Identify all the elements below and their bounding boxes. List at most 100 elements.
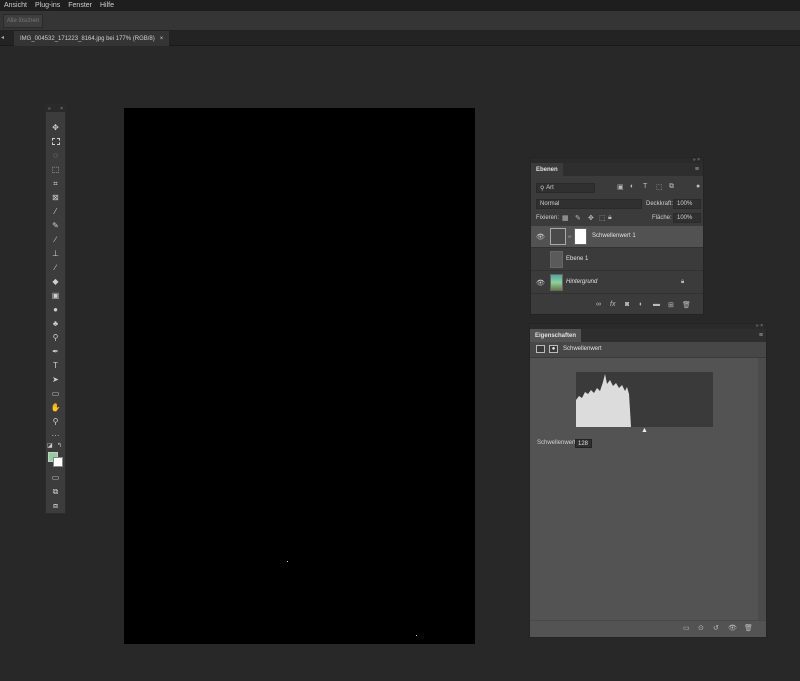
menu-hilfe[interactable]: Hilfe	[96, 2, 118, 9]
opacity-label: Deckkraft:	[646, 201, 674, 207]
lock-icon[interactable]: 🔒︎	[681, 279, 684, 286]
properties-scrollbar[interactable]	[758, 358, 766, 620]
document-tab[interactable]: IMG_004532_171223_8164.jpg bei 177% (RGB…	[14, 31, 170, 46]
tab-overflow-icon[interactable]: ◂	[1, 34, 4, 41]
layer-name: Schwellenwert 1	[592, 233, 636, 239]
group-folder-icon[interactable]: ▬	[653, 301, 660, 308]
tab-ebenen[interactable]: Ebenen	[531, 163, 563, 176]
tab-eigenschaften[interactable]: Eigenschaften	[530, 329, 582, 342]
collapse-icon[interactable]: »	[48, 106, 51, 112]
fill-field[interactable]: 100%	[673, 213, 701, 223]
menu-fenster[interactable]: Fenster	[64, 2, 96, 9]
lock-all-icon[interactable]: 🔒︎	[608, 214, 612, 222]
view-previous-icon[interactable]: ⊙	[698, 624, 704, 632]
default-colors-icon[interactable]: ◪	[47, 442, 53, 449]
document-tab-title: IMG_004532_171223_8164.jpg bei 177% (RGB…	[20, 35, 155, 42]
fill-label: Fläche:	[652, 215, 672, 221]
layer-row[interactable]: 👁︎ ∞ Schwellenwert 1	[531, 226, 703, 248]
rectangle-tool-icon[interactable]: ▭	[49, 388, 62, 399]
link-icon[interactable]: ∞	[568, 234, 572, 240]
panel-menu-icon[interactable]: ≡	[759, 332, 763, 339]
swap-colors-icon[interactable]: ↰	[57, 442, 62, 449]
object-selection-tool-icon[interactable]: ⬚	[49, 164, 62, 175]
dodge-tool-icon[interactable]: ♣	[49, 318, 62, 329]
filter-shape-icon[interactable]: ⬚	[656, 183, 663, 191]
path-selection-tool-icon[interactable]: ➤	[49, 374, 62, 385]
threshold-histogram	[576, 372, 713, 427]
filter-smart-object-icon[interactable]: ⧉	[669, 183, 674, 191]
close-icon[interactable]: ×	[60, 106, 63, 112]
blend-mode-select[interactable]: Normal	[536, 199, 642, 209]
hand-tool-icon[interactable]: ✋	[49, 402, 62, 413]
clear-all-button[interactable]: Alle löschen	[3, 14, 43, 28]
crop-tool-icon[interactable]: ⌗	[49, 178, 62, 189]
lock-label: Fixieren:	[536, 215, 560, 221]
delete-icon[interactable]: 🗑︎	[744, 624, 753, 632]
layer-mask-thumbnail[interactable]	[574, 228, 587, 245]
layer-row[interactable]: 👁︎ Hintergrund 🔒︎	[531, 272, 703, 294]
frame-tool-icon[interactable]: ⊠	[49, 192, 62, 203]
adjustment-layer-icon[interactable]: ◐	[639, 301, 643, 308]
properties-panel: » × Eigenschaften ≡ ● Schwellenwert ▲ Sc…	[529, 323, 767, 638]
visibility-eye-icon[interactable]: 👁︎	[536, 233, 545, 241]
panel-menu-icon[interactable]: ≡	[695, 166, 699, 173]
zoom-dodge-icon[interactable]: ⚲	[49, 332, 62, 343]
blur-tool-icon[interactable]: ●	[49, 304, 62, 315]
lock-pixels-icon[interactable]: ✎	[575, 214, 581, 222]
layer-style-icon[interactable]: fx	[610, 301, 615, 308]
lock-position-icon[interactable]: ✥	[588, 214, 594, 222]
lasso-tool-icon[interactable]: ◌	[49, 150, 62, 161]
mask-icon[interactable]: ●	[549, 345, 558, 353]
background-color-swatch[interactable]	[53, 457, 63, 467]
filter-adjustment-icon[interactable]: ◐	[630, 183, 634, 190]
pen-tool-icon[interactable]: ✒	[49, 346, 62, 357]
link-layers-icon[interactable]: ∞	[596, 301, 601, 308]
document-canvas[interactable]	[124, 108, 475, 644]
threshold-input[interactable]: 128	[575, 439, 592, 448]
reset-icon[interactable]: ↺	[713, 624, 719, 632]
type-tool-icon[interactable]: T	[49, 360, 62, 371]
visibility-eye-icon[interactable]: 👁︎	[728, 624, 737, 632]
spot-healing-tool-icon[interactable]: ✎	[49, 220, 62, 231]
tools-panel-header[interactable]: » ×	[46, 105, 65, 112]
threshold-adjustment-icon	[536, 345, 545, 353]
new-layer-icon[interactable]: ⊞	[668, 301, 674, 309]
layer-thumbnail	[550, 251, 563, 268]
screen-mode-icon[interactable]: ⧉	[49, 486, 62, 497]
layer-thumbnail	[550, 274, 563, 291]
menu-plug-ins[interactable]: Plug-ins	[31, 2, 64, 9]
rectangle-marquee-tool-icon[interactable]	[49, 136, 62, 147]
filter-type-icon[interactable]: T	[643, 183, 647, 190]
edit-toolbar-icon[interactable]: ⧈	[49, 500, 62, 511]
menu-bar: Ansicht Plug-ins Fenster Hilfe	[0, 0, 800, 11]
filter-toggle-icon[interactable]: ●	[696, 183, 700, 190]
gradient-tool-icon[interactable]: ▣	[49, 290, 62, 301]
add-mask-icon[interactable]: ◙	[625, 301, 629, 308]
eraser-tool-icon[interactable]: ◆	[49, 276, 62, 287]
zoom-tool-icon[interactable]: ⚲	[49, 416, 62, 427]
move-tool-icon[interactable]: ✥	[49, 122, 62, 133]
close-icon[interactable]: ×	[160, 36, 164, 42]
lock-transparency-icon[interactable]: ▦	[562, 214, 569, 222]
layer-row[interactable]: Ebene 1	[531, 249, 703, 271]
lock-artboard-icon[interactable]: ⬚	[599, 214, 606, 222]
quick-mask-icon[interactable]: ▭	[49, 472, 62, 483]
adjustment-layer-icon	[550, 228, 566, 245]
canvas-speck	[287, 561, 288, 562]
opacity-field[interactable]: 100%	[673, 199, 701, 209]
eyedropper-tool-icon[interactable]: ⁄	[49, 206, 62, 217]
threshold-label: Schwellenwert:	[537, 440, 578, 446]
layer-filter-select[interactable]: ⚲ Art	[536, 183, 595, 193]
brush-tool-icon[interactable]: ∕	[49, 234, 62, 245]
history-brush-tool-icon[interactable]: ∕	[49, 262, 62, 273]
delete-layer-icon[interactable]: 🗑︎	[682, 301, 691, 309]
layers-panel: » × Ebenen ≡ ⚲ Art ▣ ◐ T ⬚ ⧉ ● Normal De…	[530, 157, 704, 315]
clone-stamp-tool-icon[interactable]: ⊥	[49, 248, 62, 259]
clip-to-layer-icon[interactable]: ▭	[683, 624, 690, 632]
menu-ansicht[interactable]: Ansicht	[0, 2, 31, 9]
threshold-slider-handle[interactable]: ▲	[641, 427, 648, 434]
visibility-eye-icon[interactable]: 👁︎	[536, 279, 545, 287]
more-tools-icon[interactable]: ···	[49, 430, 62, 441]
filter-pixel-icon[interactable]: ▣	[617, 183, 624, 191]
tools-panel: » × ✥ ◌ ⬚ ⌗ ⊠ ⁄ ✎ ∕ ⊥ ∕ ◆ ▣ ● ♣ ⚲ ✒ T ➤ ▭…	[45, 104, 66, 514]
